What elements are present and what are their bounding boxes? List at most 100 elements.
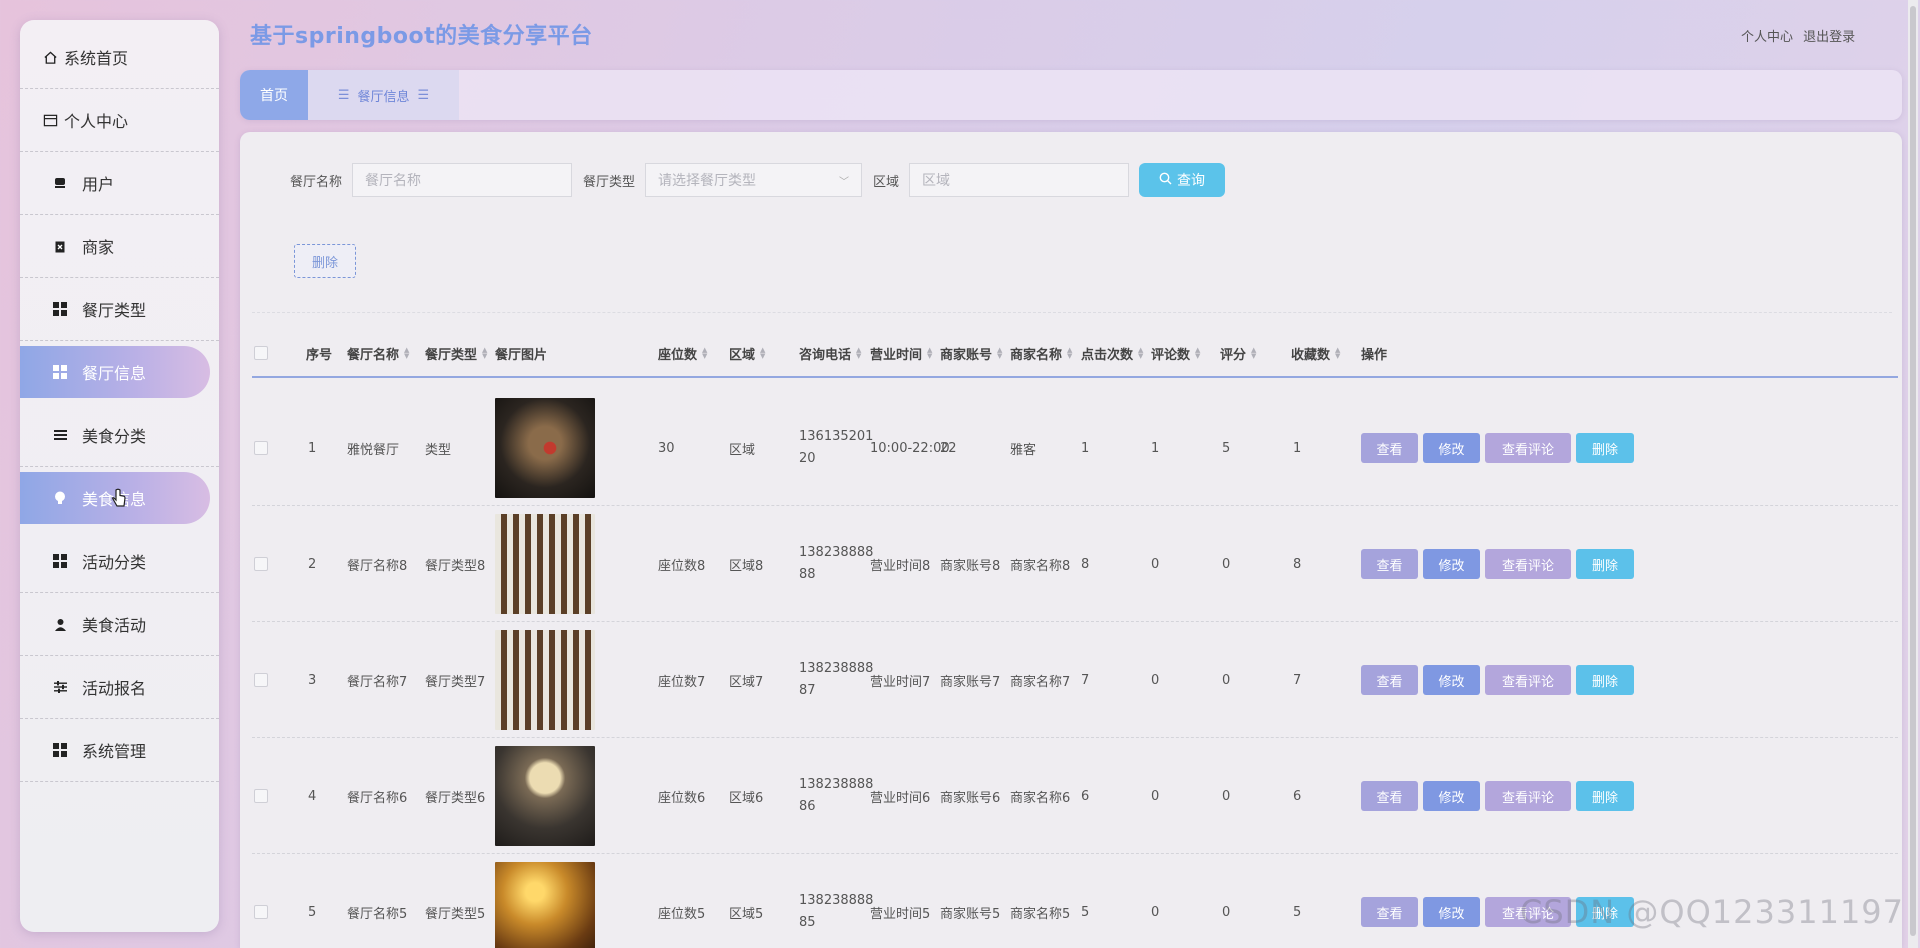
cell-score: 5 [1222,440,1231,456]
view-comments-button[interactable]: 查看评论 [1485,665,1571,695]
sidebar-item-label: 商家 [82,238,115,257]
sidebar-item-restaurant-info[interactable]: 餐厅信息 [20,346,210,398]
header-name[interactable]: 餐厅名称 ▲ ▼ [347,328,409,378]
cell-area: 区域8 [729,558,764,574]
restaurant-image[interactable] [495,746,595,846]
cell-index: 1 [308,440,317,456]
sidebar-item-merchants[interactable]: 商家 [20,215,219,278]
header-hours[interactable]: 营业时间 ▲ ▼ [870,328,932,378]
grid-icon [52,364,68,380]
sidebar-item-activity-signup[interactable]: 活动报名 [20,656,219,719]
delete-button[interactable]: 删除 [1576,549,1634,579]
area-input[interactable]: 区域 [909,163,1130,197]
cell-name: 餐厅名称5 [347,906,408,922]
view-button[interactable]: 查看 [1361,781,1418,811]
view-button[interactable]: 查看 [1361,665,1418,695]
table-row: 3 餐厅名称7 餐厅类型7 座位数7 区域7 138238888 87 营业时间7… [252,622,1898,738]
row-checkbox[interactable] [254,673,268,687]
view-comments-button[interactable]: 查看评论 [1485,781,1571,811]
list-icon [52,427,68,443]
scrollbar[interactable] [1908,0,1918,948]
cell-favorites: 1 [1293,440,1302,456]
cell-name: 餐厅名称7 [347,674,408,690]
cell-clicks: 8 [1081,556,1090,572]
cell-clicks: 6 [1081,788,1090,804]
query-button[interactable]: 查询 [1139,163,1226,197]
type-placeholder: 请选择餐厅类型 [658,173,757,189]
restaurant-image[interactable] [495,630,595,730]
sidebar-item-system-management[interactable]: 系统管理 [20,719,219,782]
sort-icon: ▲ ▼ [702,346,708,360]
row-checkbox[interactable] [254,905,268,919]
view-button[interactable]: 查看 [1361,433,1418,463]
sidebar-item-home[interactable]: 系统首页 [20,26,219,89]
cell-merchant: 商家名称7 [1010,674,1071,690]
cell-type: 类型 [425,442,452,458]
sidebar-item-activity-categories[interactable]: 活动分类 [20,530,219,593]
cell-favorites: 8 [1293,556,1302,572]
sidebar-item-users[interactable]: 用户 [20,152,219,215]
cell-account: 22 [940,440,957,456]
watermark: CSDN @QQ123311197 [1520,893,1905,931]
edit-button[interactable]: 修改 [1423,433,1480,463]
header-account[interactable]: 商家账号 ▲ ▼ [940,328,1002,378]
tab-label: 餐厅信息 [357,89,410,105]
type-label: 餐厅类型 [583,174,636,190]
header-area[interactable]: 区域 ▲ ▼ [729,328,765,378]
view-button[interactable]: 查看 [1361,897,1418,927]
cell-phone: 138238888 87 [799,661,874,698]
view-comments-button[interactable]: 查看评论 [1485,433,1571,463]
cell-merchant: 商家名称8 [1010,558,1071,574]
row-checkbox[interactable] [254,557,268,571]
delete-button[interactable]: 删除 [1576,781,1634,811]
sidebar-item-label: 美食分类 [82,427,147,446]
cell-phone: 138238888 88 [799,545,874,582]
edit-button[interactable]: 修改 [1423,781,1480,811]
divider [252,312,1892,313]
restaurant-image[interactable] [495,398,595,498]
sidebar-item-food-activities[interactable]: 美食活动 [20,593,219,656]
scrollbar-thumb[interactable] [1910,6,1916,936]
view-button[interactable]: 查看 [1361,549,1418,579]
cell-account: 商家账号5 [940,906,1001,922]
sidebar-item-profile[interactable]: 个人中心 [20,89,219,152]
delete-button[interactable]: 删除 [1576,665,1634,695]
tab-restaurant-info[interactable]: ☰ 餐厅信息 ☰ [308,70,459,120]
header-clicks[interactable]: 点击次数 ▲ ▼ [1081,328,1143,378]
app-title: 基于springboot的美食分享平台 [250,24,593,49]
row-checkbox[interactable] [254,789,268,803]
cell-merchant: 雅客 [1010,442,1037,458]
edit-button[interactable]: 修改 [1423,549,1480,579]
delete-button[interactable]: 删除 [1576,433,1634,463]
restaurant-type-select[interactable]: 请选择餐厅类型 ﹀ [645,163,863,197]
row-checkbox[interactable] [254,441,268,455]
header-comments[interactable]: 评论数 ▲ ▼ [1151,328,1200,378]
view-comments-button[interactable]: 查看评论 [1485,549,1571,579]
edit-button[interactable]: 修改 [1423,897,1480,927]
header-favorites[interactable]: 收藏数 ▲ ▼ [1291,328,1340,378]
restaurant-image[interactable] [495,514,595,614]
sidebar-item-label: 系统管理 [82,742,147,761]
cell-type: 餐厅类型6 [425,790,486,806]
select-all-checkbox[interactable] [254,346,268,360]
cell-name: 雅悦餐厅 [347,442,400,458]
restaurant-image[interactable] [495,862,595,948]
sidebar-item-label: 美食活动 [82,616,147,635]
header-image: 餐厅图片 [495,347,548,363]
header-merchant[interactable]: 商家名称 ▲ ▼ [1010,328,1072,378]
sidebar-item-food-categories[interactable]: 美食分类 [20,404,219,467]
header-phone[interactable]: 咨询电话 ▲ ▼ [799,328,861,378]
menu-icon: ☰ [417,87,430,103]
restaurant-name-input[interactable]: 餐厅名称 [352,163,573,197]
profile-link[interactable]: 个人中心 [1741,30,1793,45]
header-score[interactable]: 评分 ▲ ▼ [1220,328,1256,378]
cell-score: 0 [1222,672,1231,688]
sidebar-item-restaurant-types[interactable]: 餐厅类型 [20,278,219,341]
cell-score: 0 [1222,556,1231,572]
header-type[interactable]: 餐厅类型 ▲ ▼ [425,328,487,378]
header-seats[interactable]: 座位数 ▲ ▼ [658,328,707,378]
bulk-delete-button[interactable]: 删除 [294,244,356,278]
tab-home[interactable]: 首页 [240,70,308,120]
edit-button[interactable]: 修改 [1423,665,1480,695]
logout-link[interactable]: 退出登录 [1803,30,1855,45]
